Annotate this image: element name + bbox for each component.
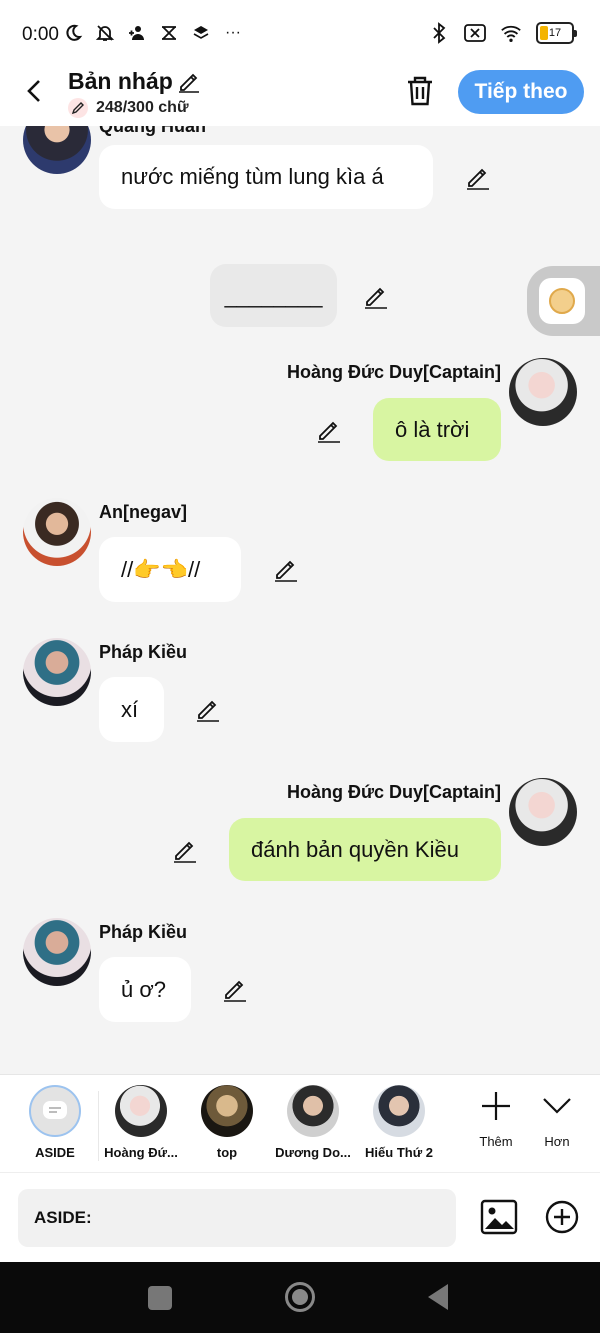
character-item[interactable]: top [182, 1085, 272, 1160]
character-avatar [115, 1085, 167, 1137]
message-bubble[interactable]: xí [99, 677, 164, 742]
sender-name: Pháp Kiều [99, 922, 188, 942]
message-input[interactable] [18, 1189, 456, 1247]
sender-name: Pháp Kiều [99, 642, 188, 662]
character-name: Hoàng Đứ... [104, 1145, 178, 1160]
avatar[interactable] [509, 778, 577, 846]
character-avatar [201, 1085, 253, 1137]
back-button[interactable] [18, 74, 52, 108]
bell-off-icon [94, 22, 116, 44]
home-button[interactable] [285, 1282, 315, 1312]
message-text: //👉👈// [121, 556, 201, 582]
char-count-row: 248/300 chữ [68, 98, 189, 118]
avatar[interactable] [23, 638, 91, 706]
add-character-label: Thêm [479, 1134, 513, 1149]
page-title: Bản nháp [68, 68, 173, 94]
character-name: Hiếu Thứ 2 [365, 1145, 433, 1160]
message-bubble[interactable]: ủ ơ? [99, 957, 191, 1022]
message-text: ô là trời [395, 416, 470, 442]
bluetooth-icon [428, 22, 450, 44]
add-circle-icon[interactable] [544, 1199, 580, 1235]
character-selector: ASIDE Hoàng Đứ... top Dương Do... Hiếu T… [0, 1074, 600, 1172]
status-bar: 0:00 ··· 17 [0, 0, 600, 66]
more-characters-label: Hơn [544, 1134, 570, 1149]
message-text: xí [121, 696, 139, 722]
sender-name: Hoàng Đức Duy[Captain] [286, 362, 501, 382]
battery-icon: 17 [536, 22, 577, 44]
sender-name: Hoàng Đức Duy[Captain] [286, 782, 501, 802]
sender-name: Quang Huấn [99, 126, 206, 136]
back-nav-button[interactable] [428, 1284, 448, 1310]
message-text: nước miếng tùm lung kìa á [121, 164, 384, 189]
character-name: Dương Do... [275, 1145, 351, 1160]
assistant-icon [539, 278, 585, 324]
character-name: top [216, 1145, 238, 1160]
layers-icon [190, 22, 212, 44]
image-icon[interactable] [480, 1199, 518, 1235]
edit-title-icon[interactable] [176, 68, 202, 94]
edit-message-icon[interactable] [464, 163, 492, 191]
edit-message-icon[interactable] [315, 416, 343, 444]
add-character-button[interactable]: Thêm [466, 1089, 526, 1149]
sync-icon [158, 22, 180, 44]
moon-icon [62, 22, 84, 44]
narration-bubble[interactable]: ________ [210, 264, 337, 327]
sender-name: An[negav] [99, 502, 188, 522]
chevron-down-icon [543, 1098, 571, 1114]
message-bubble[interactable]: ô là trời [373, 398, 501, 461]
status-left-icons: ··· [62, 22, 244, 44]
edit-message-icon[interactable] [194, 695, 222, 723]
character-aside[interactable]: ASIDE [10, 1085, 100, 1160]
edit-message-icon[interactable] [272, 555, 300, 583]
plus-icon [482, 1092, 510, 1120]
sim-off-icon [464, 22, 486, 44]
status-time: 0:00 [22, 24, 59, 45]
avatar[interactable] [509, 358, 577, 426]
edit-message-icon[interactable] [171, 836, 199, 864]
more-status-icon: ··· [225, 24, 241, 41]
character-avatar [373, 1085, 425, 1137]
avatar[interactable] [23, 126, 91, 174]
floating-assistant-button[interactable] [527, 266, 600, 336]
pencil-icon [68, 98, 88, 118]
wifi-icon [500, 22, 522, 44]
message-bubble[interactable]: //👉👈// [99, 537, 241, 602]
chat-area: Quang Huấn nước miếng tùm lung kìa á ___… [0, 126, 600, 1074]
character-item[interactable]: Hiếu Thứ 2 [354, 1085, 444, 1160]
compose-area [0, 1172, 600, 1262]
avatar[interactable] [23, 918, 91, 986]
more-characters-button[interactable]: Hơn [527, 1089, 587, 1149]
recents-button[interactable] [148, 1286, 172, 1310]
edit-message-icon[interactable] [221, 975, 249, 1003]
character-item[interactable]: Hoàng Đứ... [96, 1085, 186, 1160]
char-count: 248/300 chữ [96, 99, 189, 116]
system-nav-bar [0, 1262, 600, 1333]
status-right-icons: 17 [428, 22, 577, 44]
aside-avatar [29, 1085, 81, 1137]
edit-message-icon[interactable] [362, 282, 390, 310]
message-text: ________ [224, 282, 323, 308]
app-header: Bản nháp 248/300 chữ Tiếp theo [0, 66, 600, 126]
message-bubble[interactable]: đánh bản quyền Kiều [229, 818, 501, 881]
message-text: đánh bản quyền Kiều [251, 836, 459, 862]
message-bubble[interactable]: nước miếng tùm lung kìa á [99, 145, 433, 209]
add-person-icon [126, 22, 148, 44]
character-name: ASIDE [35, 1145, 75, 1160]
character-avatar [287, 1085, 339, 1137]
trash-icon[interactable] [404, 74, 436, 108]
next-button[interactable]: Tiếp theo [458, 70, 584, 114]
message-text: ủ ơ? [121, 976, 167, 1002]
avatar[interactable] [23, 498, 91, 566]
character-item[interactable]: Dương Do... [268, 1085, 358, 1160]
